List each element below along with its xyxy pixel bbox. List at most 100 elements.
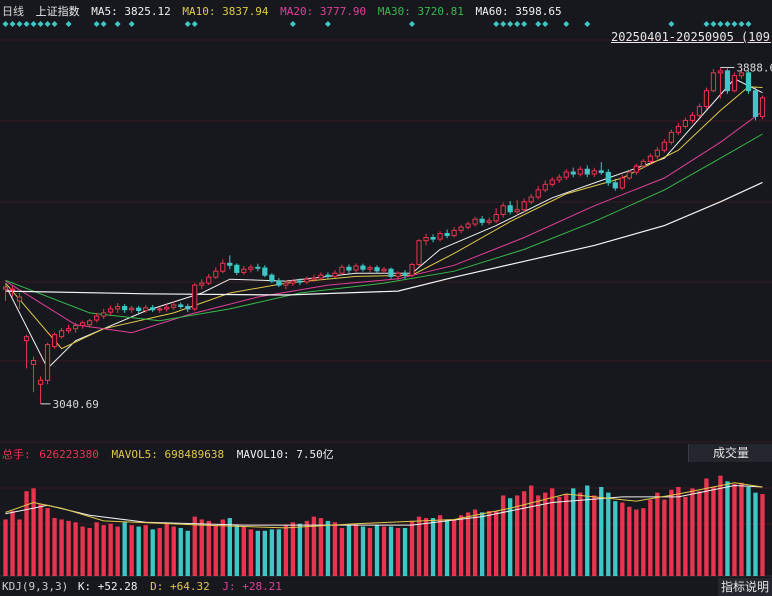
candle-body-71 [500,205,506,215]
volume-bar-23 [164,523,169,576]
signal-marker-14 [191,21,198,27]
signal-marker-26 [584,21,591,27]
volume-header: 总手: 626223380 MAVOL5: 698489638 MAVOL10:… [2,446,340,462]
kline-chart[interactable]: 3888.60 3040.69 [0,0,772,596]
volume-bar-33 [234,525,239,576]
kdj-d-value: D: +64.32 [150,580,210,593]
volume-bar-14 [101,525,106,576]
candle-body-67 [472,218,478,225]
kdj-j-value: J: +28.21 [222,580,282,593]
candle-body-99 [696,106,703,116]
volume-bar-28 [199,519,204,576]
high-label: 3888.60 [736,61,772,74]
candle-body-15 [108,308,114,313]
signal-marker-27 [668,21,675,27]
candle-body-103 [724,70,731,92]
candle-body-42 [297,280,303,283]
candle-body-24 [171,304,177,308]
candle-body-28 [199,282,205,286]
volume-bar-108 [760,494,765,576]
volume-bar-9 [66,520,71,576]
candle-body-53 [374,267,380,272]
volume-bar-88 [620,502,625,576]
volume-bar-4 [31,488,36,576]
candle-body-81 [570,171,576,175]
volume-bar-65 [458,515,464,576]
volume-bar-31 [220,519,225,576]
candle-body-47 [332,272,338,277]
signal-marker-33 [738,21,745,27]
candle-body-21 [150,307,156,311]
candle-body-5 [37,379,44,385]
candle-body-36 [255,266,261,269]
volume-bar-97 [683,496,688,576]
volume-bar-87 [613,501,618,576]
candle-body-106 [745,72,752,92]
volume-bar-21 [150,529,155,576]
candle-body-45 [318,274,324,279]
candle-body-52 [367,267,373,270]
volume-bar-67 [472,509,478,576]
candle-body-61 [430,237,436,240]
volume-bar-7 [52,518,57,576]
volume-bar-62 [437,515,443,576]
signal-marker-32 [731,21,738,27]
indicator-help-button[interactable]: 指标说明 [718,578,772,596]
candle-body-17 [122,306,128,311]
volume-indicator-button[interactable]: 成交量 [688,444,772,462]
signal-marker-13 [184,21,191,27]
ma5-value: MA5: 3825.12 [91,5,171,18]
candle-body-7 [51,334,58,348]
candle-body-12 [87,320,93,326]
volume-bar-69 [486,510,492,576]
candle-body-8 [58,330,65,338]
candle-body-82 [577,168,583,175]
volume-bar-104 [732,484,737,576]
volume-bar-49 [346,525,352,576]
ma10-value: MA10: 3837.94 [182,5,269,18]
volume-bar-95 [669,489,674,576]
signal-marker-17 [409,21,416,27]
volume-bar-92 [648,499,653,576]
signal-marker-20 [507,21,514,27]
candle-body-27 [192,284,198,310]
volume-bar-103 [725,481,730,576]
signal-marker-30 [717,21,724,27]
candle-body-65 [458,226,464,231]
volume-bar-26 [185,530,190,576]
volume-bar-40 [283,525,289,576]
volume-bar-101 [711,486,716,576]
volume-bar-24 [171,526,176,576]
volume-bar-94 [662,499,667,576]
volume-bar-75 [529,485,534,576]
signal-marker-28 [703,21,710,27]
candle-body-41 [290,280,296,284]
volume-bar-72 [507,498,513,576]
volume-bar-54 [381,526,387,576]
volume-bar-51 [360,526,366,576]
volume-bar-17 [122,522,127,576]
date-range-label[interactable]: 20250401-20250905 (109) [611,30,772,44]
candle-body-89 [626,171,632,179]
candle-body-101 [710,72,717,92]
volume-bar-64 [451,519,457,576]
kdj-title[interactable]: KDJ(9,3,3) [2,580,68,593]
signal-marker-16 [324,21,331,27]
period-label[interactable]: 日线 [2,5,24,18]
volume-bar-18 [129,525,134,576]
candle-body-97 [682,119,688,127]
volume-bar-15 [108,523,113,576]
volume-bar-57 [402,527,408,576]
volume-bar-46 [325,520,331,576]
signal-marker-2 [16,21,23,27]
volume-bar-79 [557,496,562,576]
signal-marker-10 [100,21,107,27]
volume-bar-38 [269,529,275,576]
signal-marker-15 [289,21,296,27]
signal-marker-5 [37,21,44,27]
candle-body-76 [535,189,541,198]
volume-bar-30 [213,525,218,576]
candle-body-33 [234,264,240,273]
candle-body-91 [640,160,646,167]
signal-marker-1 [9,21,16,27]
